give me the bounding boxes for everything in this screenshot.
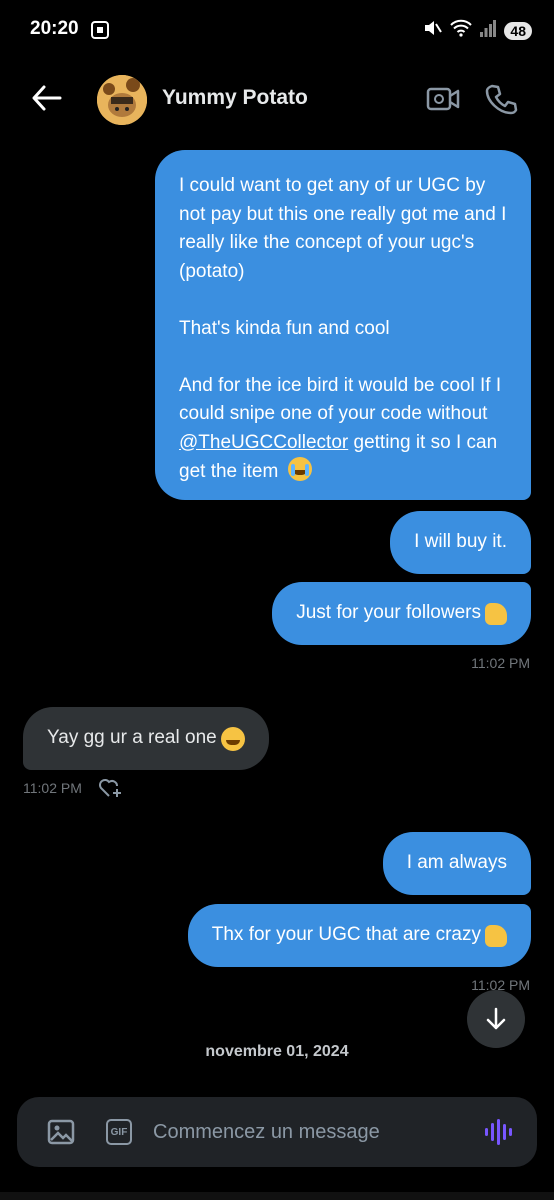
message-text: I could want to get any of ur UGC by not… (179, 175, 507, 282)
message-text: Just for your followers (296, 602, 481, 624)
message-text: I will buy it. (414, 531, 507, 553)
mention-link[interactable]: @TheUGCCollector (179, 432, 348, 453)
message-composer: GIF (17, 1097, 537, 1167)
screen-record-icon (90, 20, 110, 45)
message-bubble-sent[interactable]: I will buy it. (390, 511, 531, 574)
message-bubble-received[interactable]: Yay gg ur a real one (23, 707, 269, 770)
grinning-face-icon (220, 726, 245, 751)
scroll-to-bottom-button[interactable] (467, 990, 525, 1048)
message-text: And for the ice bird it would be cool If… (179, 374, 502, 425)
message-timestamp: 11:02 PM (471, 655, 530, 671)
message-bubble-sent[interactable]: Thx for your UGC that are crazy (187, 904, 531, 967)
message-bubble-sent[interactable]: Just for your followers (272, 582, 531, 645)
signal-icon (480, 19, 497, 42)
thumbs-up-icon (485, 924, 507, 947)
bottom-edge (0, 1192, 554, 1200)
thumbs-up-icon (485, 602, 507, 625)
voice-message-icon[interactable] (484, 1118, 514, 1146)
message-text: I am always (406, 852, 507, 874)
date-separator: novembre 01, 2024 (205, 1043, 349, 1060)
message-bubble-sent[interactable]: I could want to get any of ur UGC by not… (155, 150, 531, 500)
message-text: Thx for your UGC that are crazy (211, 924, 481, 946)
video-call-icon[interactable] (426, 84, 460, 114)
message-timestamp: 11:02 PM (23, 780, 82, 796)
message-text: And for the ice bird it would be cool If… (179, 372, 509, 487)
status-time: 20:20 (30, 18, 79, 39)
message-bubble-sent[interactable]: I am always (382, 832, 531, 895)
status-bar: 20:20 48 (0, 0, 554, 62)
message-text: Yay gg ur a real one (47, 727, 217, 749)
phone-icon[interactable] (484, 82, 518, 116)
conversation-header: Yummy Potato (0, 62, 554, 137)
back-arrow-icon[interactable] (30, 84, 62, 112)
contact-name[interactable]: Yummy Potato (162, 86, 308, 110)
avatar[interactable] (97, 75, 147, 125)
loudly-crying-face-icon (287, 457, 312, 481)
wifi-icon (450, 19, 473, 42)
add-reaction-icon[interactable] (98, 776, 124, 800)
message-input[interactable] (153, 1113, 453, 1151)
arrow-down-icon (486, 1007, 506, 1030)
gif-button[interactable]: GIF (106, 1119, 132, 1145)
image-icon[interactable] (47, 1119, 75, 1145)
status-icons: 48 (422, 18, 532, 43)
message-text: That's kinda fun and cool (179, 317, 390, 339)
battery-icon: 48 (504, 21, 532, 40)
mute-icon (422, 18, 443, 43)
